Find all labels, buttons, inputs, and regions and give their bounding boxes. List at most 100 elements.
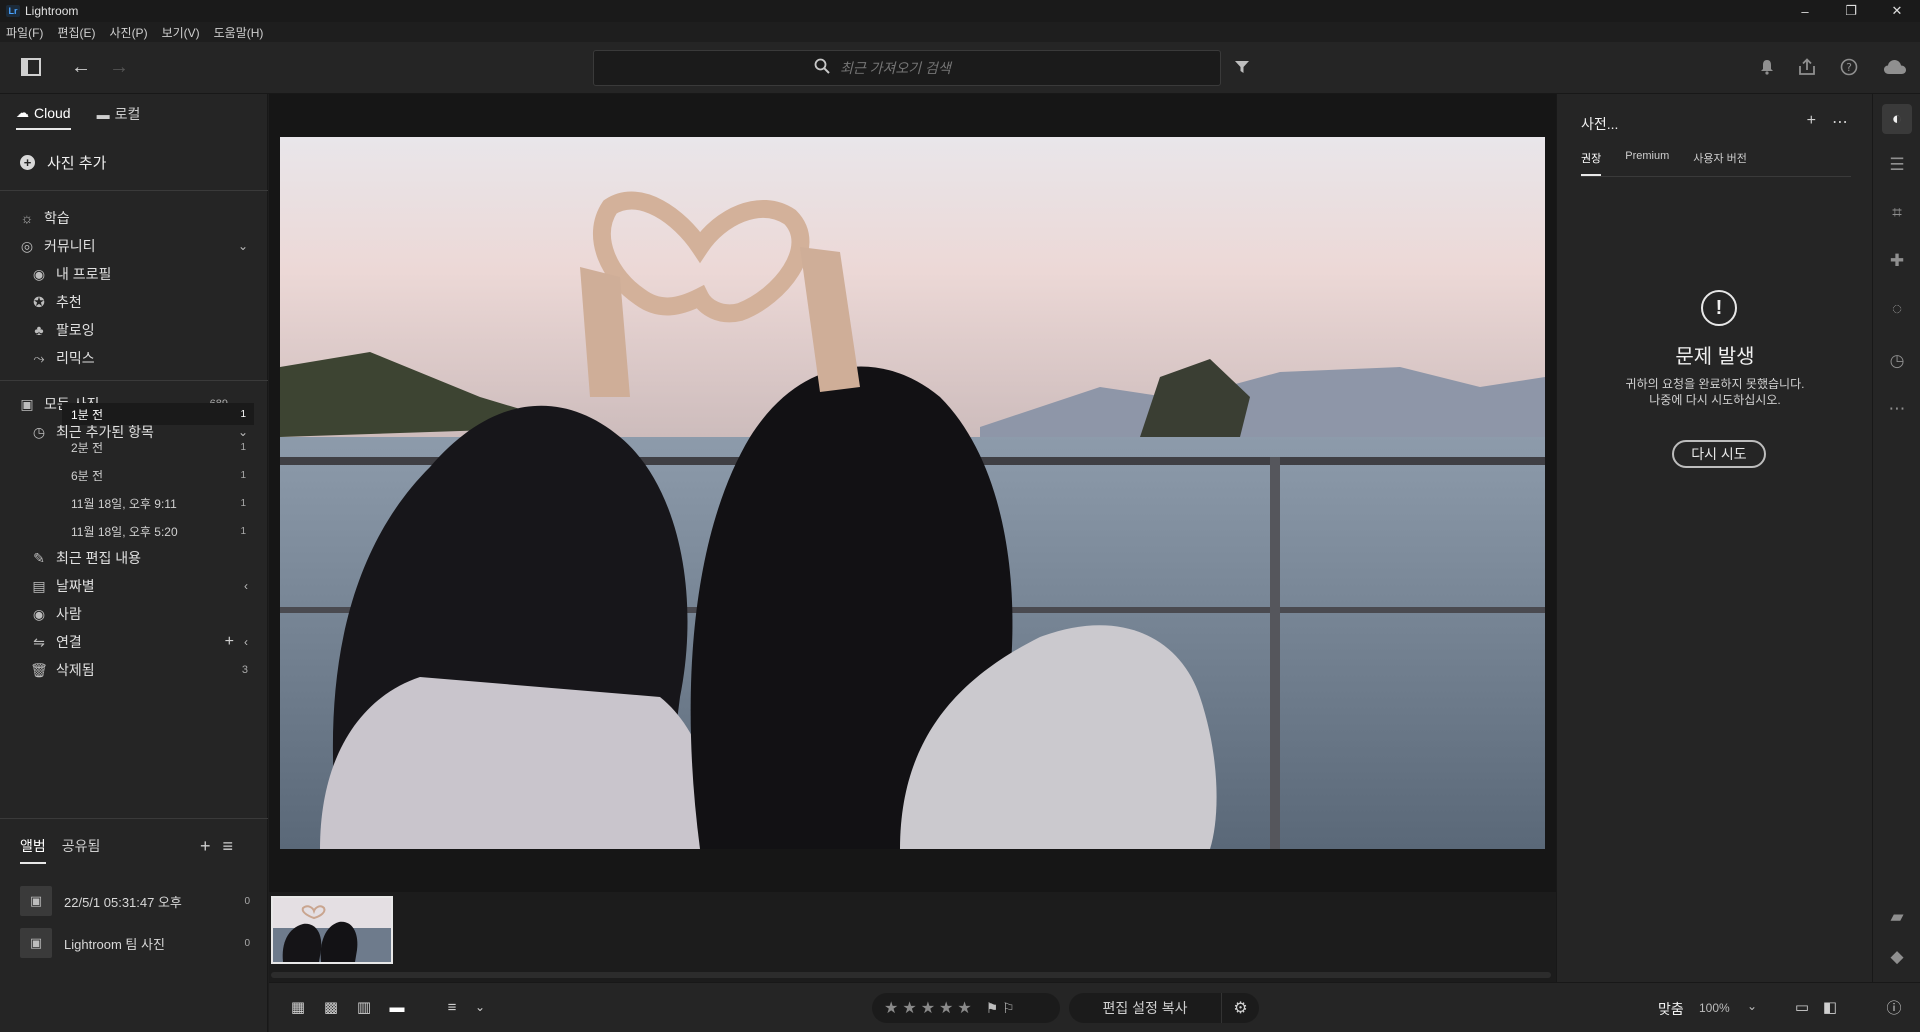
more-tools-icon[interactable]: ⋯ (1882, 394, 1912, 424)
star-rating[interactable]: ★ ★ ★ ★ ★ (884, 998, 976, 1018)
tab-user-presets[interactable]: 사용자 버전 (1693, 150, 1747, 176)
preset-tabs: 권장 Premium 사용자 버전 (1581, 150, 1851, 177)
filmstrip-thumbnail[interactable] (271, 896, 393, 964)
sort-lines-icon[interactable]: ≡ (441, 997, 463, 1017)
menu-view[interactable]: 보기(V) (162, 24, 200, 41)
search-input[interactable] (840, 60, 1000, 76)
nav-learn[interactable]: ☼ 학습 (0, 204, 268, 232)
tab-cloud[interactable]: ☁ Cloud (16, 104, 71, 130)
back-arrow-icon[interactable]: ← (66, 52, 96, 82)
minimize-button[interactable]: – (1782, 0, 1828, 22)
nav-featured-label: 추천 (56, 294, 82, 310)
add-album-icon[interactable]: + (200, 836, 211, 857)
recent-item[interactable]: 1분 전 1 (62, 403, 254, 425)
before-after-icon[interactable]: ◧ (1819, 997, 1841, 1017)
help-icon[interactable]: ? (1834, 52, 1864, 82)
trash-icon: 🗑 (30, 661, 48, 678)
masking-icon[interactable]: ◌ (1882, 294, 1912, 324)
album-item[interactable]: ▣ 22/5/1 05:31:47 오후 0 (20, 886, 250, 916)
album-label: 22/5/1 05:31:47 오후 (64, 894, 182, 910)
filter-icon[interactable] (1227, 52, 1257, 82)
nav-featured[interactable]: ✪ 추천 (0, 288, 268, 316)
fit-button[interactable]: 맞춤 (1658, 999, 1684, 1019)
folder-icon: ▬ (96, 106, 110, 122)
sort-icon[interactable]: ≡ (223, 836, 234, 857)
compare-view-icon[interactable]: ▥ (353, 997, 375, 1017)
recent-item[interactable]: 6분 전 1 (62, 464, 254, 486)
plus-icon[interactable]: + (225, 633, 234, 651)
tag-icon[interactable]: ◆ (1882, 942, 1912, 972)
flag-icons[interactable]: ⚑ ⚐ (986, 1000, 1015, 1017)
album-item[interactable]: ▣ Lightroom 팀 사진 0 (20, 928, 250, 958)
presets-icon[interactable]: ◐ (1882, 104, 1912, 134)
menu-edit[interactable]: 편집(E) (57, 24, 95, 41)
recent-item[interactable]: 2분 전 1 (62, 436, 254, 458)
chevron-down-icon[interactable]: ⌄ (469, 997, 491, 1017)
search-icon (814, 58, 830, 79)
tab-local[interactable]: ▬ 로컬 (97, 104, 141, 130)
nav-recent-edits[interactable]: ✎ 최근 편집 내용 (0, 544, 268, 572)
nav-my-profile[interactable]: ◉ 내 프로필 (0, 260, 268, 288)
recent-item-count: 1 (240, 497, 246, 509)
healing-icon[interactable]: ✚ (1882, 246, 1912, 276)
menu-help[interactable]: 도움말(H) (214, 24, 264, 41)
photos-icon: ▣ (20, 395, 34, 412)
svg-text:?: ? (1846, 61, 1852, 74)
album-image-icon: ▣ (20, 886, 52, 916)
grid-view-icon[interactable]: ▩ (320, 997, 342, 1017)
nav-by-date[interactable]: ▤ 날짜별 ‹ (0, 572, 268, 600)
filmstrip-scrollbar[interactable] (271, 972, 1551, 978)
cloud-sync-icon[interactable] (1880, 52, 1910, 82)
nav-connections[interactable]: ⇋ 연결 + ‹ (0, 628, 268, 656)
tab-shared[interactable]: 공유됨 (62, 836, 101, 864)
forward-arrow-icon[interactable]: → (104, 52, 134, 82)
menu-file[interactable]: 파일(F) (6, 24, 43, 41)
add-preset-icon[interactable]: + (1807, 112, 1816, 132)
nav-deleted[interactable]: 🗑 삭제됨 3 (0, 656, 268, 684)
restore-button[interactable]: ❐ (1828, 0, 1874, 22)
tab-premium[interactable]: Premium (1625, 150, 1669, 176)
nav-people[interactable]: ◉ 사람 (0, 600, 268, 628)
tab-albums[interactable]: 앨범 (20, 836, 46, 864)
zoom-level[interactable]: 100% (1699, 1001, 1730, 1015)
star-icon: ★ (902, 1000, 917, 1017)
bottom-bar: ▦ ▩ ▥ ▬ ≡ ⌄ ★ ★ ★ ★ ★ ⚑ ⚐ 편집 설정 복사 ⚙ 맞춤 100%… (269, 982, 1920, 1032)
panel-toggle-icon[interactable] (16, 52, 46, 82)
search-box[interactable] (593, 50, 1221, 86)
recent-item[interactable]: 11월 18일, 오후 9:11 1 (62, 492, 254, 514)
bell-icon[interactable] (1752, 52, 1782, 82)
comment-icon[interactable]: ▰ (1882, 902, 1912, 932)
gear-icon[interactable]: ⚙ (1221, 993, 1259, 1023)
more-options-icon[interactable]: ⋯ (1832, 112, 1848, 132)
retry-button[interactable]: 다시 시도 (1672, 440, 1766, 468)
grid-small-view-icon[interactable]: ▦ (287, 997, 309, 1017)
history-icon[interactable]: ◷ (1882, 346, 1912, 376)
filmstrip-toggle-icon[interactable]: ▭ (1791, 997, 1813, 1017)
add-photo-label: 사진 추가 (47, 155, 107, 172)
add-photo-button[interactable]: + 사진 추가 (20, 152, 106, 173)
nav-remix[interactable]: ⤳ 리믹스 (0, 344, 268, 372)
chevron-left-icon[interactable]: ‹ (244, 579, 248, 593)
people-follow-icon: ♣ (34, 322, 44, 338)
nav-following[interactable]: ♣ 팔로잉 (0, 316, 268, 344)
filmstrip (269, 892, 1556, 982)
menu-photo[interactable]: 사진(P) (109, 24, 147, 41)
info-icon[interactable]: ⓘ (1883, 997, 1905, 1017)
copy-settings-button[interactable]: 편집 설정 복사 (1069, 998, 1221, 1018)
window-controls: – ❐ ✕ (1782, 0, 1920, 22)
chevron-down-icon[interactable]: ⌄ (238, 239, 248, 253)
chevron-left-icon[interactable]: ‹ (244, 635, 248, 649)
main-photo[interactable] (280, 137, 1545, 849)
crop-icon[interactable]: ⌗ (1882, 198, 1912, 228)
nav-community[interactable]: ◎ 커뮤니티 ⌄ (0, 232, 268, 260)
loupe-view-icon[interactable]: ▬ (386, 997, 408, 1017)
photo-viewer[interactable] (269, 94, 1556, 982)
recent-item[interactable]: 11월 18일, 오후 5:20 1 (62, 520, 254, 542)
recent-item-count: 1 (240, 525, 246, 537)
chevron-down-icon[interactable]: ⌄ (1747, 999, 1757, 1013)
share-icon[interactable] (1792, 52, 1822, 82)
tab-recommended[interactable]: 권장 (1581, 150, 1602, 176)
profile-icon: ◉ (32, 265, 46, 282)
close-button[interactable]: ✕ (1874, 0, 1920, 22)
edit-sliders-icon[interactable]: ☰ (1882, 150, 1912, 180)
